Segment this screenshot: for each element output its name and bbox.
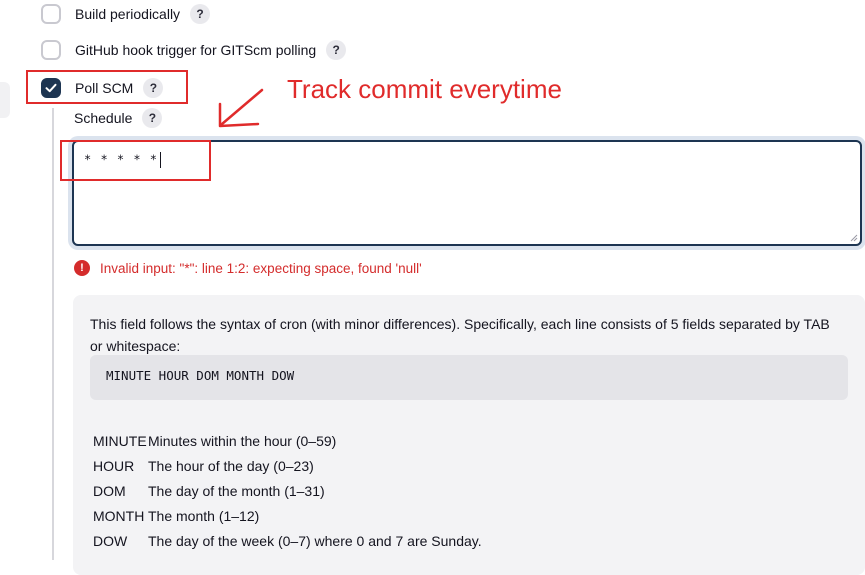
cron-syntax-code: MINUTE HOUR DOM MONTH DOW — [90, 355, 848, 400]
field-desc: Minutes within the hour (0–59) — [148, 433, 337, 449]
trigger-github-hook: GitHub hook trigger for GITScm polling ? — [41, 40, 347, 60]
field-desc: The day of the week (0–7) where 0 and 7 … — [148, 533, 482, 549]
field-row: DOW The day of the week (0–7) where 0 and… — [93, 533, 482, 558]
help-icon[interactable]: ? — [190, 4, 211, 24]
field-row: HOUR The hour of the day (0–23) — [93, 458, 482, 483]
help-icon[interactable]: ? — [326, 40, 347, 60]
annotation-arrow-icon — [218, 88, 264, 128]
schedule-label-row: Schedule ? — [74, 108, 163, 128]
build-periodically-label: Build periodically — [75, 6, 181, 22]
help-intro: This field follows the syntax of cron (w… — [90, 316, 830, 354]
validation-error: ! Invalid input: "*": line 1:2: expectin… — [74, 260, 422, 276]
annotation-box-poll-scm — [26, 70, 188, 104]
field-name: MONTH — [93, 508, 145, 524]
field-name: MINUTE — [93, 433, 147, 449]
field-desc: The month (1–12) — [148, 508, 260, 524]
cron-fields-list: MINUTE Minutes within the hour (0–59) HOU… — [93, 433, 482, 558]
help-icon[interactable]: ? — [142, 108, 163, 128]
github-hook-label: GitHub hook trigger for GITScm polling — [75, 42, 317, 58]
field-name: DOW — [93, 533, 128, 549]
annotation-text: Track commit everytime — [287, 74, 562, 104]
github-hook-checkbox[interactable] — [41, 40, 61, 60]
field-row: MINUTE Minutes within the hour (0–59) — [93, 433, 482, 458]
sidebar-tab — [0, 82, 10, 118]
field-name: HOUR — [93, 458, 135, 474]
field-row: DOM The day of the month (1–31) — [93, 483, 482, 508]
annotation-box-schedule — [60, 140, 211, 181]
schedule-label: Schedule — [74, 110, 133, 126]
field-desc: The hour of the day (0–23) — [148, 458, 314, 474]
trigger-build-periodically: Build periodically ? — [41, 4, 211, 24]
field-name: DOM — [93, 483, 126, 499]
error-message: Invalid input: "*": line 1:2: expecting … — [100, 260, 422, 276]
help-panel: This field follows the syntax of cron (w… — [73, 295, 865, 575]
build-periodically-checkbox[interactable] — [41, 4, 61, 24]
field-row: MONTH The month (1–12) — [93, 508, 482, 533]
resize-handle-icon[interactable] — [850, 234, 858, 242]
error-icon: ! — [74, 260, 90, 276]
field-desc: The day of the month (1–31) — [148, 483, 325, 499]
section-indent-line — [52, 108, 54, 560]
